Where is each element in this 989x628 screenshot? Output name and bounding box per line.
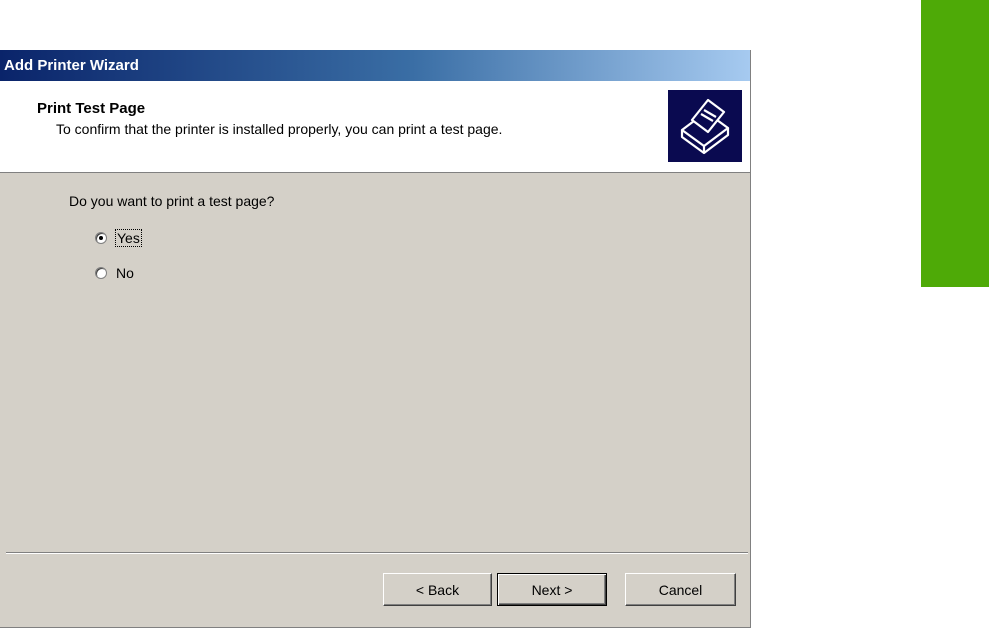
radio-yes-label[interactable]: Yes [115,229,142,247]
question-label: Do you want to print a test page? [69,193,275,209]
side-accent-tab [921,0,989,287]
add-printer-wizard-dialog: Add Printer Wizard Print Test Page To co… [0,50,751,628]
button-separator [6,552,748,554]
radio-no-label[interactable]: No [116,265,134,281]
printer-icon [668,90,742,162]
cancel-button[interactable]: Cancel [625,573,736,606]
back-button[interactable]: < Back [383,573,492,606]
radio-no-button[interactable] [95,267,107,279]
radio-no[interactable]: No [95,264,134,282]
radio-yes-button[interactable] [95,232,107,244]
page-title: Print Test Page [37,100,146,117]
page-subtitle: To confirm that the printer is installed… [56,121,503,137]
window-title: Add Printer Wizard [4,57,139,74]
wizard-header: Print Test Page To confirm that the prin… [0,81,750,173]
next-button[interactable]: Next > [497,573,607,606]
radio-yes[interactable]: Yes [95,229,142,247]
title-bar[interactable]: Add Printer Wizard [0,50,750,81]
